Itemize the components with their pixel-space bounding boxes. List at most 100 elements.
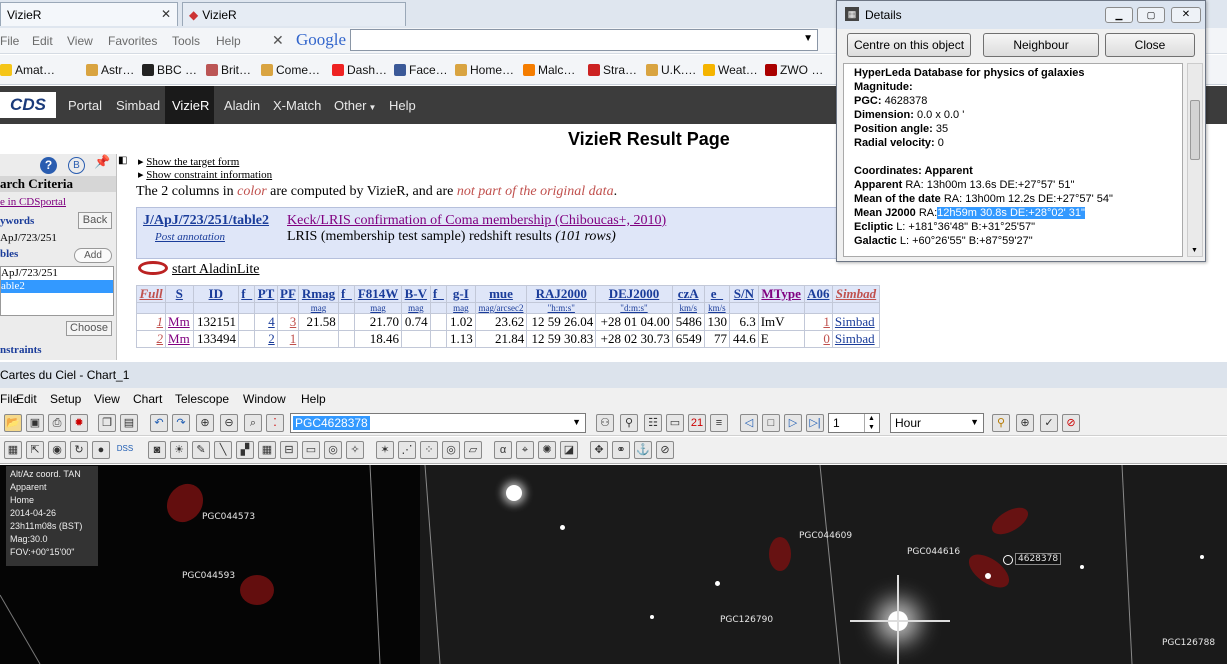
spin-icon[interactable]: ▲ ▼ [864,414,878,432]
browser-tab-vizier-1[interactable]: VizieR ✕ [0,2,178,26]
nav-simbad[interactable]: Simbad [116,98,160,113]
label-pgc044593[interactable]: PGC044593 [182,571,235,581]
nav-help[interactable]: Help [389,98,416,113]
pin-icon[interactable]: 📌 [94,154,110,170]
sky-chart[interactable]: PGC044573 PGC044593 PGC044609 PGC044616 … [0,465,1227,664]
camera-icon[interactable]: ◙ [148,441,166,459]
selected-coordinates[interactable]: 12h59m 30.8s DE:+28°02' 31" [937,207,1085,219]
fav-item-astr[interactable]: Astr… [86,63,134,77]
close-button[interactable]: Close [1105,33,1195,57]
column-header[interactable]: f_ [237,285,256,303]
undo-icon[interactable]: ↶ [150,414,168,432]
chevron-down-icon[interactable]: ▼ [803,33,813,44]
star[interactable] [985,573,991,579]
list-item-selected[interactable]: able2 [1,280,113,293]
step-forward-icon[interactable]: ▷| [806,414,824,432]
column-header[interactable]: F814W [354,285,403,303]
anchor-icon[interactable]: ⚓ [634,441,652,459]
time-step-icon[interactable]: ≡ [710,414,728,432]
compass-icon[interactable]: ◎ [324,441,342,459]
object-search-input[interactable]: PGC4628378 ▼ [290,413,586,433]
nebula-icon[interactable]: ✺ [538,441,556,459]
catalog-title-link[interactable]: Keck/LRIS confirmation of Coma membershi… [287,213,666,229]
table-cell[interactable]: 0 [803,330,833,348]
fav-item-bbc[interactable]: BBC … [142,63,197,77]
column-header[interactable]: B-V [401,285,431,303]
add-button[interactable]: Add [74,248,112,263]
menu-tools[interactable]: Tools [172,34,200,48]
galaxy-marker[interactable] [769,537,791,571]
table-cell[interactable]: Simbad [831,330,881,348]
calendar-icon[interactable]: ▭ [666,414,684,432]
zoom-in-icon[interactable]: ⊕ [196,414,214,432]
label-pgc044573[interactable]: PGC044573 [202,512,255,522]
table-cell[interactable]: Mm [165,330,194,348]
dss-icon[interactable]: DSS [114,441,136,459]
fav-item-uk[interactable]: U.K.… [646,63,696,77]
cdc-menu-setup[interactable]: Setup [50,392,81,406]
grid2-icon[interactable]: ▦ [258,441,276,459]
list-icon[interactable]: ☷ [644,414,662,432]
ruler-icon[interactable]: ⊟ [280,441,298,459]
table-cell[interactable]: 2 [135,330,167,348]
step-count-input[interactable]: 1 ▲ ▼ [828,413,880,433]
scale-icon[interactable]: ⋰ [398,441,416,459]
column-header[interactable]: PF [276,285,300,303]
fav-item-stra[interactable]: Stra… [588,63,637,77]
find-icon[interactable]: ⌕ [244,414,262,432]
date-icon[interactable]: 21 [688,414,706,432]
star[interactable] [560,525,565,530]
moon-icon[interactable]: ◪ [560,441,578,459]
move-icon[interactable]: ✥ [590,441,608,459]
link-icon[interactable]: ⚭ [612,441,630,459]
constellation-icon[interactable]: ✧ [346,441,364,459]
zoom-out-icon[interactable]: ⊖ [220,414,238,432]
bookmark-b-icon[interactable]: B [68,157,85,174]
play-icon[interactable]: ▷ [784,414,802,432]
redo-icon[interactable]: ↷ [172,414,190,432]
cdc-menu-help[interactable]: Help [301,392,326,406]
details-scrollbar[interactable]: ▼ [1187,63,1203,257]
fav-item-brit[interactable]: Brit… [206,63,251,77]
tables-list[interactable]: ApJ/723/251 able2 [0,266,114,316]
column-header[interactable]: e_ [703,285,731,303]
column-header[interactable]: g-I [446,285,476,303]
label-pgc044616[interactable]: PGC044616 [907,547,960,557]
tile-icon[interactable]: ▤ [120,414,138,432]
menu-favorites[interactable]: Favorites [108,34,157,48]
star[interactable] [715,581,720,586]
column-header[interactable]: A06 [803,285,833,303]
minimize-icon[interactable]: ▁ [1105,7,1133,23]
dotted-icon[interactable]: ⁘ [420,441,438,459]
maximize-icon[interactable]: ▢ [1137,7,1165,23]
ring-icon[interactable]: ◎ [442,441,460,459]
binoculars-icon[interactable]: ⚇ [596,414,614,432]
table-cell[interactable]: 1 [135,313,167,331]
star[interactable] [1200,555,1204,559]
close-tab-icon[interactable]: ✕ [161,7,171,21]
help-icon[interactable]: ? [40,157,57,174]
abort-icon[interactable]: ⊘ [1062,414,1080,432]
observer-icon[interactable]: ⚲ [620,414,638,432]
collapse-icon[interactable]: ◧ [118,155,127,166]
table-cell[interactable]: 1 [803,313,833,331]
eraser-icon[interactable]: ⊘ [656,441,674,459]
catalog-id-link[interactable]: J/ApJ/723/251/table2 [143,213,269,229]
table-cell[interactable]: 2 [254,330,278,348]
alpha-icon[interactable]: α [494,441,512,459]
label-pgc126790[interactable]: PGC126790 [720,615,773,625]
close-icon[interactable]: ✕ [1171,7,1201,23]
menu-edit[interactable]: Edit [32,34,53,48]
column-header[interactable]: Simbad [831,285,881,303]
list-item[interactable]: ApJ/723/251 [1,267,113,280]
eye-icon[interactable]: ◉ [48,441,66,459]
open-icon[interactable]: 📂 [4,414,22,432]
pencil-icon[interactable]: ✎ [192,441,210,459]
menu-file[interactable]: File [0,34,19,48]
nav-aladin[interactable]: Aladin [224,98,260,113]
nav-portal[interactable]: Portal [68,98,102,113]
label-4628378[interactable]: 4628378 [1015,553,1062,565]
target-icon[interactable]: ⁚ [266,414,284,432]
slash-icon[interactable]: ▞ [236,441,254,459]
bulb-icon[interactable]: ☀ [170,441,188,459]
